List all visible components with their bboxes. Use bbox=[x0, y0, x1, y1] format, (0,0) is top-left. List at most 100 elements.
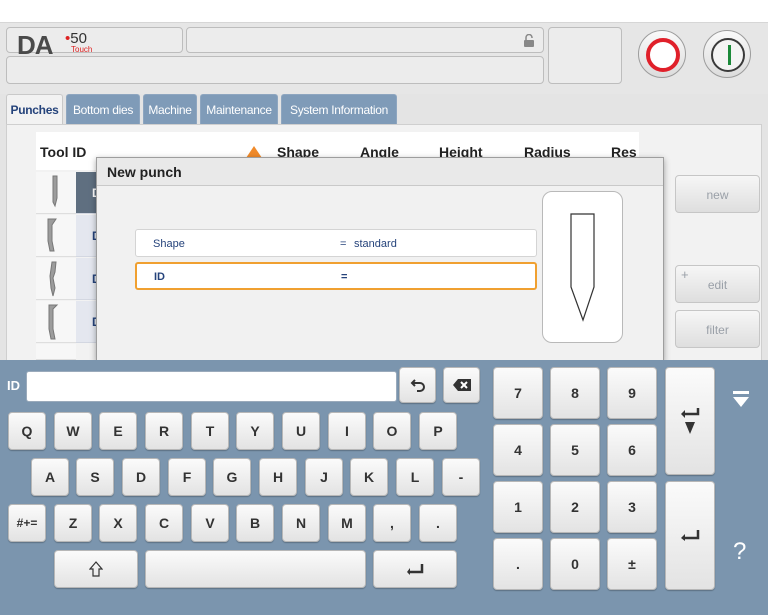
key-c[interactable]: C bbox=[145, 504, 183, 542]
start-bar bbox=[728, 45, 731, 65]
new-button[interactable]: new bbox=[675, 175, 760, 213]
enter-icon bbox=[407, 564, 424, 575]
key-u[interactable]: U bbox=[282, 412, 320, 450]
num-9[interactable]: 9 bbox=[607, 367, 657, 419]
key-y[interactable]: Y bbox=[236, 412, 274, 450]
tab-bottom-dies[interactable]: Bottom dies bbox=[66, 94, 140, 124]
shape-value: standard bbox=[354, 238, 397, 250]
key-s[interactable]: S bbox=[76, 458, 114, 496]
key-f[interactable]: F bbox=[168, 458, 206, 496]
punch-profile-icon bbox=[52, 175, 58, 208]
enter-icon bbox=[681, 530, 700, 541]
shape-field[interactable]: Shape = standard bbox=[135, 229, 537, 257]
num-1[interactable]: 1 bbox=[493, 481, 543, 533]
key-a[interactable]: A bbox=[31, 458, 69, 496]
punch-shape-preview-icon bbox=[570, 213, 595, 322]
key-symbols[interactable]: #+= bbox=[8, 504, 46, 542]
tab-maintenance[interactable]: Maintenance bbox=[200, 94, 278, 124]
mode-panel[interactable] bbox=[548, 27, 622, 84]
table-row[interactable] bbox=[36, 301, 76, 343]
column-tool-id[interactable]: Tool ID bbox=[40, 144, 86, 160]
key-b[interactable]: B bbox=[236, 504, 274, 542]
num-2[interactable]: 2 bbox=[550, 481, 600, 533]
key-w[interactable]: W bbox=[54, 412, 92, 450]
enter-next-key[interactable] bbox=[665, 367, 715, 475]
key-l[interactable]: L bbox=[396, 458, 434, 496]
on-screen-keyboard: ID Q W E R T Y U I O P A S D F G H J K L… bbox=[0, 360, 768, 615]
key-q[interactable]: Q bbox=[8, 412, 46, 450]
key-g[interactable]: G bbox=[213, 458, 251, 496]
table-cell[interactable]: D bbox=[76, 172, 101, 214]
id-label: ID bbox=[154, 271, 165, 283]
lock-open-icon[interactable] bbox=[523, 33, 535, 51]
space-key[interactable] bbox=[145, 550, 366, 588]
logo-touch: Touch bbox=[71, 45, 93, 54]
key-n[interactable]: N bbox=[282, 504, 320, 542]
num-6[interactable]: 6 bbox=[607, 424, 657, 476]
key-z[interactable]: Z bbox=[54, 504, 92, 542]
edit-button[interactable]: + edit bbox=[675, 265, 760, 303]
key-p[interactable]: P bbox=[419, 412, 457, 450]
key-comma[interactable]: , bbox=[373, 504, 411, 542]
keyboard-input[interactable] bbox=[26, 371, 397, 402]
key-period[interactable]: . bbox=[419, 504, 457, 542]
num-8[interactable]: 8 bbox=[550, 367, 600, 419]
start-button[interactable] bbox=[703, 30, 751, 78]
num-0[interactable]: 0 bbox=[550, 538, 600, 590]
backspace-button[interactable] bbox=[443, 367, 480, 403]
key-o[interactable]: O bbox=[373, 412, 411, 450]
key-e[interactable]: E bbox=[99, 412, 137, 450]
num-4[interactable]: 4 bbox=[493, 424, 543, 476]
new-punch-dialog: New punch Shape = standard ID = bbox=[96, 157, 664, 362]
enter-confirm-key[interactable] bbox=[665, 481, 715, 590]
table-row[interactable] bbox=[36, 344, 76, 360]
shape-eq: = bbox=[340, 238, 347, 250]
keyboard-field-label: ID bbox=[7, 378, 20, 393]
edit-label: edit bbox=[707, 278, 728, 292]
num-decimal[interactable]: . bbox=[493, 538, 543, 590]
shape-preview bbox=[542, 191, 623, 343]
num-7[interactable]: 7 bbox=[493, 367, 543, 419]
table-cell[interactable]: D bbox=[76, 215, 101, 257]
dialog-title: New punch bbox=[97, 158, 663, 186]
undo-icon bbox=[410, 379, 425, 392]
num-5[interactable]: 5 bbox=[550, 424, 600, 476]
key-i[interactable]: I bbox=[328, 412, 366, 450]
tab-system-information[interactable]: System Information bbox=[281, 94, 397, 124]
shift-key[interactable] bbox=[54, 550, 138, 588]
key-h[interactable]: H bbox=[259, 458, 297, 496]
key-v[interactable]: V bbox=[191, 504, 229, 542]
enter-key[interactable] bbox=[373, 550, 457, 588]
key-hyphen[interactable]: - bbox=[442, 458, 480, 496]
keyboard-hide-icon[interactable] bbox=[732, 390, 750, 415]
enter-down-icon bbox=[681, 408, 700, 434]
key-x[interactable]: X bbox=[99, 504, 137, 542]
plus-icon: + bbox=[681, 267, 689, 282]
header-bar: DA •50 Touch bbox=[0, 22, 768, 94]
key-j[interactable]: J bbox=[305, 458, 343, 496]
table-cell[interactable]: D bbox=[76, 258, 101, 300]
logo-panel: DA •50 Touch bbox=[6, 27, 183, 60]
key-m[interactable]: M bbox=[328, 504, 366, 542]
id-field[interactable]: ID = bbox=[135, 262, 537, 290]
help-icon[interactable]: ? bbox=[733, 538, 746, 566]
table-cell[interactable]: D bbox=[76, 301, 101, 343]
key-k[interactable]: K bbox=[350, 458, 388, 496]
shift-arrow-icon bbox=[88, 561, 104, 577]
tab-machine[interactable]: Machine bbox=[143, 94, 197, 124]
filter-button[interactable]: filter bbox=[675, 310, 760, 348]
table-row[interactable] bbox=[36, 258, 76, 300]
undo-button[interactable] bbox=[399, 367, 436, 403]
table-row[interactable] bbox=[36, 172, 76, 214]
num-3[interactable]: 3 bbox=[607, 481, 657, 533]
status-panel bbox=[186, 27, 544, 53]
key-t[interactable]: T bbox=[191, 412, 229, 450]
num-plus-minus[interactable]: ± bbox=[607, 538, 657, 590]
tab-punches[interactable]: Punches bbox=[6, 94, 63, 126]
stop-circle-icon bbox=[646, 38, 680, 72]
stop-button[interactable] bbox=[638, 30, 686, 78]
shape-label: Shape bbox=[153, 238, 185, 250]
key-r[interactable]: R bbox=[145, 412, 183, 450]
table-row[interactable] bbox=[36, 215, 76, 257]
key-d[interactable]: D bbox=[122, 458, 160, 496]
